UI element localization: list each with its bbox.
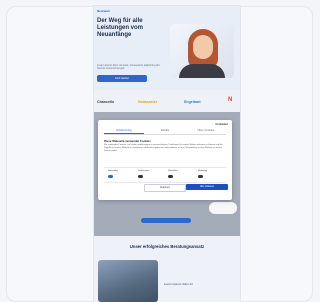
toggle-necessary[interactable]: Notwendig: [108, 170, 138, 180]
toggle-label: Marketing: [198, 170, 208, 172]
section-title: Unser erfolgreiches Beratungsansatz: [129, 244, 205, 249]
toggle-switch[interactable]: [108, 175, 113, 178]
toggle-switch[interactable]: [168, 175, 173, 178]
cookie-title: Diese Webseite verwendet Cookies: [104, 139, 151, 143]
brand-logo: Engelbart: [184, 100, 201, 104]
photo-body: [179, 64, 225, 78]
toggle-label: Notwendig: [108, 170, 118, 172]
hero-subtitle: Lorem ipsum dolor sit amet, consectetur …: [97, 64, 161, 71]
section-cta-button[interactable]: [141, 218, 191, 223]
tab-consent[interactable]: Zustimmung: [104, 128, 144, 134]
toggle-label: Präferenzen: [138, 170, 150, 172]
toggle-switch[interactable]: [138, 175, 143, 178]
cookie-text: Wir verwenden Cookies, um Inhalte und An…: [104, 144, 223, 152]
brand-logo: Vodacaster: [138, 100, 158, 104]
toggle-statistics[interactable]: Statistiken: [168, 170, 198, 180]
hero-title: Der Weg für alle Leistungen vom Neuanfän…: [97, 18, 144, 38]
toggle-switch[interactable]: [198, 175, 203, 178]
section-text: Lorem ipsum dolor sit: [164, 282, 193, 286]
photo-face: [193, 35, 213, 59]
toggle-preferences[interactable]: Präferenzen: [138, 170, 168, 180]
hero-photo: [170, 24, 234, 78]
brand-logo: Chancello: [97, 100, 115, 104]
brand-logo-strip: Chancello Vodacaster Engelbart N: [94, 94, 240, 110]
cookie-toggle-row: Notwendig Präferenzen Statistiken Market…: [104, 167, 226, 183]
section-image: [98, 260, 158, 302]
cookie-brand: Cookiebot: [215, 123, 228, 126]
cookie-consent-dialog: Cookiebot Zustimmung Details Über Cookie…: [98, 120, 232, 200]
chat-bubble[interactable]: [209, 202, 237, 214]
cookie-tabs: Zustimmung Details Über Cookies: [104, 128, 226, 135]
tab-about-cookies[interactable]: Über Cookies: [186, 128, 226, 132]
site-logo[interactable]: Neuraum: [97, 9, 110, 13]
hero-section: Neuraum Der Weg für alle Leistungen vom …: [94, 6, 240, 90]
hero-cta-button[interactable]: Jetzt starten: [97, 75, 147, 82]
brand-logo: N: [228, 97, 233, 103]
allow-all-button[interactable]: Alle zulassen: [186, 184, 228, 190]
toggle-label: Statistiken: [168, 170, 178, 172]
tab-details[interactable]: Details: [145, 128, 185, 132]
deny-button[interactable]: Ablehnen: [144, 184, 186, 192]
toggle-marketing[interactable]: Marketing: [198, 170, 228, 180]
